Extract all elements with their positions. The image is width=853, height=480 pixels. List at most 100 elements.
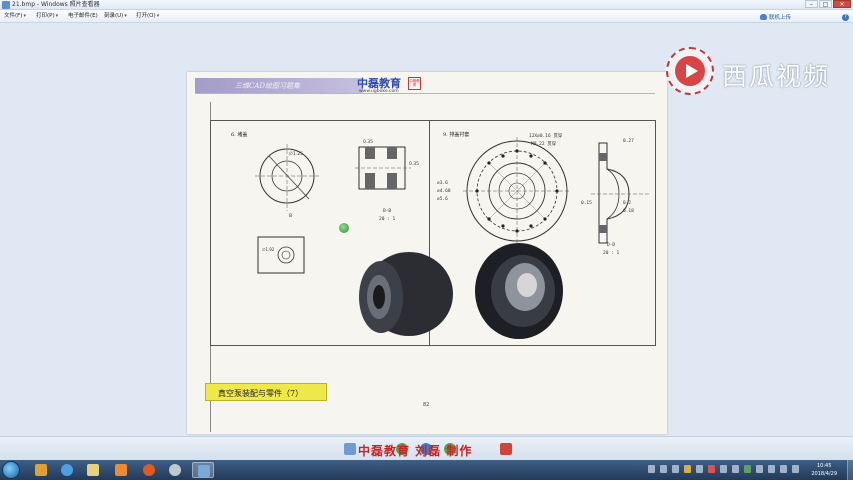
clock-time: 10:45 bbox=[816, 463, 832, 469]
svg-text:0.35: 0.35 bbox=[363, 139, 373, 145]
right-section-label: D-D bbox=[607, 243, 616, 248]
dim-dia-1: ∅3.6 bbox=[437, 181, 448, 186]
mouse-cursor-highlight bbox=[339, 223, 349, 233]
window-title: 21.bmp - Windows 照片查看器 bbox=[12, 1, 100, 8]
bushing-3d-render bbox=[475, 243, 563, 339]
minimize-button[interactable]: – bbox=[805, 0, 818, 8]
help-button[interactable]: ? bbox=[842, 13, 849, 21]
folder-icon bbox=[35, 464, 47, 476]
menu-file-label: 文件(F) bbox=[4, 13, 23, 19]
chevron-down-icon: ▾ bbox=[124, 13, 127, 19]
taskbar: 10:45 2018/4/29 bbox=[0, 460, 853, 480]
player-icon bbox=[169, 464, 181, 476]
chevron-down-icon: ▾ bbox=[55, 13, 59, 19]
app-icon bbox=[115, 464, 127, 476]
tray-icon[interactable] bbox=[660, 465, 667, 473]
browser-icon bbox=[61, 464, 73, 476]
caption-text: 真空泵装配与零件（7） bbox=[218, 389, 304, 398]
video-subtitle: 中磊教育 刘磊 制作 bbox=[358, 444, 473, 458]
site-name: 西瓜视频 bbox=[722, 62, 831, 91]
svg-text:B: B bbox=[289, 213, 292, 219]
zoom-icon[interactable] bbox=[344, 443, 356, 455]
network-icon[interactable] bbox=[768, 465, 775, 473]
left-section-label: B-B bbox=[383, 209, 392, 214]
start-button[interactable] bbox=[2, 461, 20, 479]
chevron-down-icon: ▾ bbox=[23, 13, 26, 19]
photo-viewer-icon bbox=[2, 1, 10, 9]
tray-icon[interactable] bbox=[744, 465, 751, 473]
menu-bar: 文件(F)▾ 打印(P)▾ 电子邮件(E) 刻录(U)▾ 打开(O)▾ 联机上传… bbox=[0, 10, 853, 23]
cloud-upload-button[interactable]: 联机上传 bbox=[760, 13, 791, 21]
page-header-text: 三维CAD绘图习题集 bbox=[235, 82, 301, 90]
delete-icon[interactable] bbox=[500, 443, 512, 455]
explorer-icon bbox=[87, 464, 99, 476]
menu-burn[interactable]: 刻录(U)▾ bbox=[104, 10, 127, 23]
title-bar: 21.bmp - Windows 照片查看器 – □ ✕ bbox=[0, 0, 853, 10]
show-desktop-button[interactable] bbox=[847, 460, 853, 480]
image-viewer: 三维CAD绘图习题集 中磊教育 www.ugboke.com 中磊教育 6. 堵… bbox=[0, 23, 853, 436]
tray-icon[interactable] bbox=[756, 465, 763, 473]
dim-dia-3: ∅5.6 bbox=[437, 197, 448, 202]
cloud-icon bbox=[760, 14, 767, 20]
firefox-icon bbox=[143, 464, 155, 476]
menu-email-label: 电子邮件(E) bbox=[68, 13, 98, 19]
bushing-section-view bbox=[591, 142, 649, 244]
tray-icon[interactable] bbox=[672, 465, 679, 473]
taskbar-app-6[interactable] bbox=[164, 462, 186, 478]
dim-r4: 0.15 bbox=[581, 201, 592, 206]
header-rule bbox=[195, 93, 655, 94]
maximize-button[interactable]: □ bbox=[819, 0, 832, 8]
left-drawing-title: 6. 堵盖 bbox=[231, 132, 248, 138]
scanned-page: 三维CAD绘图习题集 中磊教育 www.ugboke.com 中磊教育 6. 堵… bbox=[187, 72, 667, 434]
taskbar-photo-viewer[interactable] bbox=[192, 462, 214, 478]
tray-icon[interactable] bbox=[696, 465, 703, 473]
tray-icon[interactable] bbox=[708, 465, 715, 473]
end-cap-section-view: 0.35 0.35 bbox=[355, 139, 419, 190]
taskbar-app-5[interactable] bbox=[138, 462, 160, 478]
clock[interactable]: 10:45 2018/4/29 bbox=[811, 462, 837, 478]
help-icon: ? bbox=[842, 13, 849, 21]
tray-icon[interactable] bbox=[684, 465, 691, 473]
menu-burn-label: 刻录(U) bbox=[104, 13, 124, 19]
zhonglei-logo: 中磊教育 www.ugboke.com 中磊教育 bbox=[357, 75, 423, 99]
close-button[interactable]: ✕ bbox=[833, 0, 851, 8]
dim-r1: 0.27 bbox=[623, 139, 634, 144]
tray-icon[interactable] bbox=[792, 465, 799, 473]
viewer-toolbar: 中磊教育 刘磊 制作 bbox=[0, 436, 853, 460]
end-cap-front-view: ∅1.25 B bbox=[255, 144, 319, 219]
dim-r2: 0.2 bbox=[623, 201, 632, 206]
svg-text:∅1.92: ∅1.92 bbox=[262, 247, 275, 252]
right-scale-label: 20 : 1 bbox=[603, 251, 620, 256]
window-controls: – □ ✕ bbox=[805, 0, 851, 9]
chevron-down-icon: ▾ bbox=[156, 13, 160, 19]
menu-print-label: 打印(P) bbox=[36, 13, 55, 19]
play-icon bbox=[666, 47, 714, 95]
end-cap-3d-render bbox=[359, 252, 453, 336]
drawing-frame: 6. 堵盖 ∅1.25 B 0.35 0.35 B-B 20: 1 ∅1.92… bbox=[210, 120, 656, 346]
menu-email[interactable]: 电子邮件(E) bbox=[68, 10, 98, 23]
tray-icon[interactable] bbox=[732, 465, 739, 473]
cloud-upload-label: 联机上传 bbox=[769, 15, 792, 21]
dim-dia-2: ∅4.68 bbox=[437, 189, 451, 194]
menu-file[interactable]: 文件(F)▾ bbox=[4, 10, 26, 23]
taskbar-app-3[interactable] bbox=[82, 462, 104, 478]
dim-holes: 12X∅0.16 贯穿 bbox=[529, 134, 563, 139]
menu-open[interactable]: 打开(O)▾ bbox=[136, 10, 159, 23]
taskbar-app-2[interactable] bbox=[56, 462, 78, 478]
page-header-band: 三维CAD绘图习题集 bbox=[195, 78, 363, 93]
xigua-video-logo: 西瓜视频 bbox=[666, 47, 853, 97]
menu-print[interactable]: 打印(P)▾ bbox=[36, 10, 58, 23]
taskbar-app-4[interactable] bbox=[110, 462, 132, 478]
svg-text:∅1.25: ∅1.25 bbox=[289, 151, 303, 157]
taskbar-app-1[interactable] bbox=[30, 462, 52, 478]
clock-date: 2018/4/29 bbox=[811, 471, 837, 477]
volume-icon[interactable] bbox=[780, 465, 787, 473]
page-number: 82 bbox=[423, 402, 430, 408]
tray-icon[interactable] bbox=[648, 465, 655, 473]
photo-viewer-icon bbox=[198, 465, 210, 477]
left-scale-label: 20 : 1 bbox=[379, 217, 396, 222]
tray-icon[interactable] bbox=[720, 465, 727, 473]
svg-text:0.35: 0.35 bbox=[409, 161, 419, 167]
dim-r3: 0.18 bbox=[623, 209, 634, 214]
menu-open-label: 打开(O) bbox=[136, 13, 156, 19]
